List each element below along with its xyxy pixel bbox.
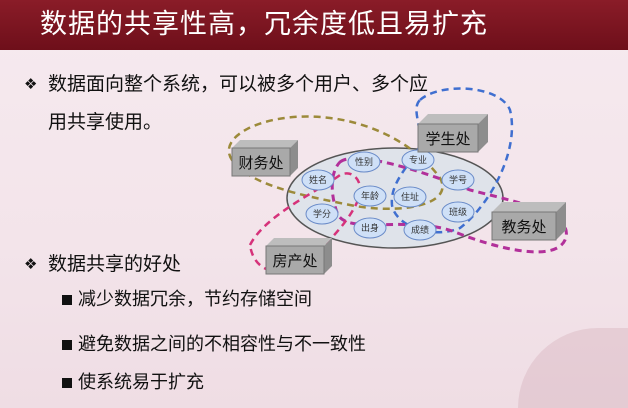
data-item-label: 出身 <box>361 222 379 234</box>
housing-box: 房产处 <box>265 238 332 275</box>
data-item-label: 学号 <box>449 174 467 186</box>
slide: 数据的共享性高，冗余度低且易扩充 ❖ 数据面向整个系统，可以被多个用户、多个应 … <box>0 0 628 408</box>
student-affairs-box: 学生处 <box>417 114 488 153</box>
data-item-label: 成绩 <box>411 224 429 236</box>
finance-box: 财务处 <box>231 140 298 177</box>
academic-affairs-box: 教务处 <box>491 202 566 241</box>
data-item-label: 年龄 <box>361 190 379 202</box>
data-item-label: 专业 <box>409 154 427 166</box>
data-item-label: 学分 <box>313 208 331 220</box>
academic-affairs-box-label: 教务处 <box>501 218 546 236</box>
housing-box-label: 房产处 <box>272 252 317 270</box>
data-item-label: 住址 <box>401 191 419 203</box>
data-item-label: 班级 <box>449 206 467 218</box>
data-sharing-diagram: 姓名 性别 专业 学号 年龄 住址 学分 出身 成绩 班级 财务处 学生处 教务… <box>227 87 568 275</box>
data-item-label: 性别 <box>355 156 373 168</box>
student-affairs-box-label: 学生处 <box>425 130 470 148</box>
finance-box-label: 财务处 <box>238 154 283 172</box>
data-item-label: 姓名 <box>309 174 327 186</box>
